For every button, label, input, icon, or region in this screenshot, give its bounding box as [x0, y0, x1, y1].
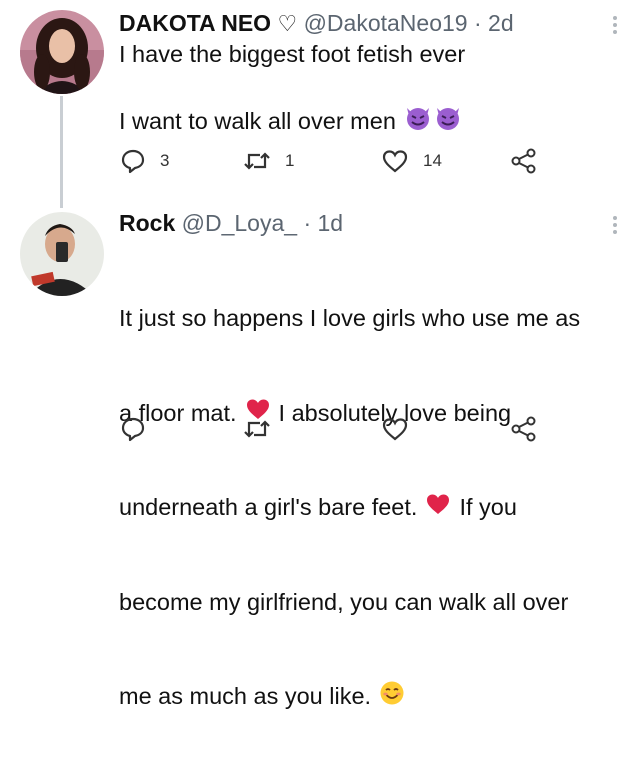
share-button[interactable] — [511, 416, 537, 442]
display-name[interactable]: Rock — [119, 210, 175, 236]
heart-outline-icon — [382, 418, 408, 441]
text-line: I have the biggest foot fetish ever — [119, 41, 466, 67]
text-line — [119, 71, 465, 103]
text-line: underneath a girl's bare feet. — [119, 494, 418, 520]
avatar[interactable] — [20, 10, 104, 94]
heart-outline-icon — [382, 150, 408, 173]
heart-badge: ♡ — [277, 11, 298, 36]
retweet-icon — [244, 420, 270, 438]
reply-button[interactable] — [120, 416, 160, 442]
tweet-actions: 3 1 14 — [0, 148, 640, 178]
smiling-face-emoji — [379, 680, 405, 715]
retweet-icon — [244, 152, 270, 170]
tweet-text: I have the biggest foot fetish ever I wan… — [119, 39, 465, 138]
text-line: I want to walk all over men — [119, 108, 396, 134]
reply-icon — [121, 417, 145, 442]
tweet-text: It just so happens I love girls who use … — [119, 240, 580, 776]
share-icon — [511, 148, 536, 174]
reply-count: 3 — [160, 151, 170, 170]
more-icon[interactable] — [612, 16, 618, 37]
like-count: 14 — [423, 151, 442, 170]
tweet-header: Rock @D_Loya_ · 1d — [119, 210, 344, 236]
retweet-button[interactable] — [243, 416, 285, 442]
like-button[interactable] — [381, 416, 423, 442]
handle[interactable]: @D_Loya_ — [182, 210, 297, 236]
tweet-header: DAKOTA NEO ♡ @DakotaNeo19 · 2d — [119, 10, 514, 36]
devil-emoji — [434, 104, 462, 141]
more-icon[interactable] — [612, 216, 618, 237]
display-name[interactable]: DAKOTA NEO — [119, 10, 271, 36]
avatar[interactable] — [20, 212, 104, 296]
text-line: If you — [459, 494, 517, 520]
share-icon — [511, 416, 536, 442]
tweet-actions — [0, 416, 640, 446]
share-button[interactable] — [511, 148, 537, 174]
text-line: me as much as you like. — [119, 683, 372, 709]
red-heart-emoji — [425, 492, 451, 525]
reply-button[interactable]: 3 — [120, 148, 169, 174]
text-line: become my girlfriend, you can walk all o… — [119, 588, 569, 615]
text-line: It just so happens I love girls who use … — [119, 305, 581, 331]
reply-icon — [121, 149, 145, 174]
handle[interactable]: @DakotaNeo19 — [304, 10, 468, 36]
devil-emoji — [404, 104, 432, 141]
like-button[interactable]: 14 — [381, 148, 442, 174]
retweet-count: 1 — [285, 151, 295, 170]
timestamp[interactable]: 1d — [318, 210, 344, 236]
retweet-button[interactable]: 1 — [243, 148, 294, 174]
timestamp[interactable]: 2d — [488, 10, 514, 36]
